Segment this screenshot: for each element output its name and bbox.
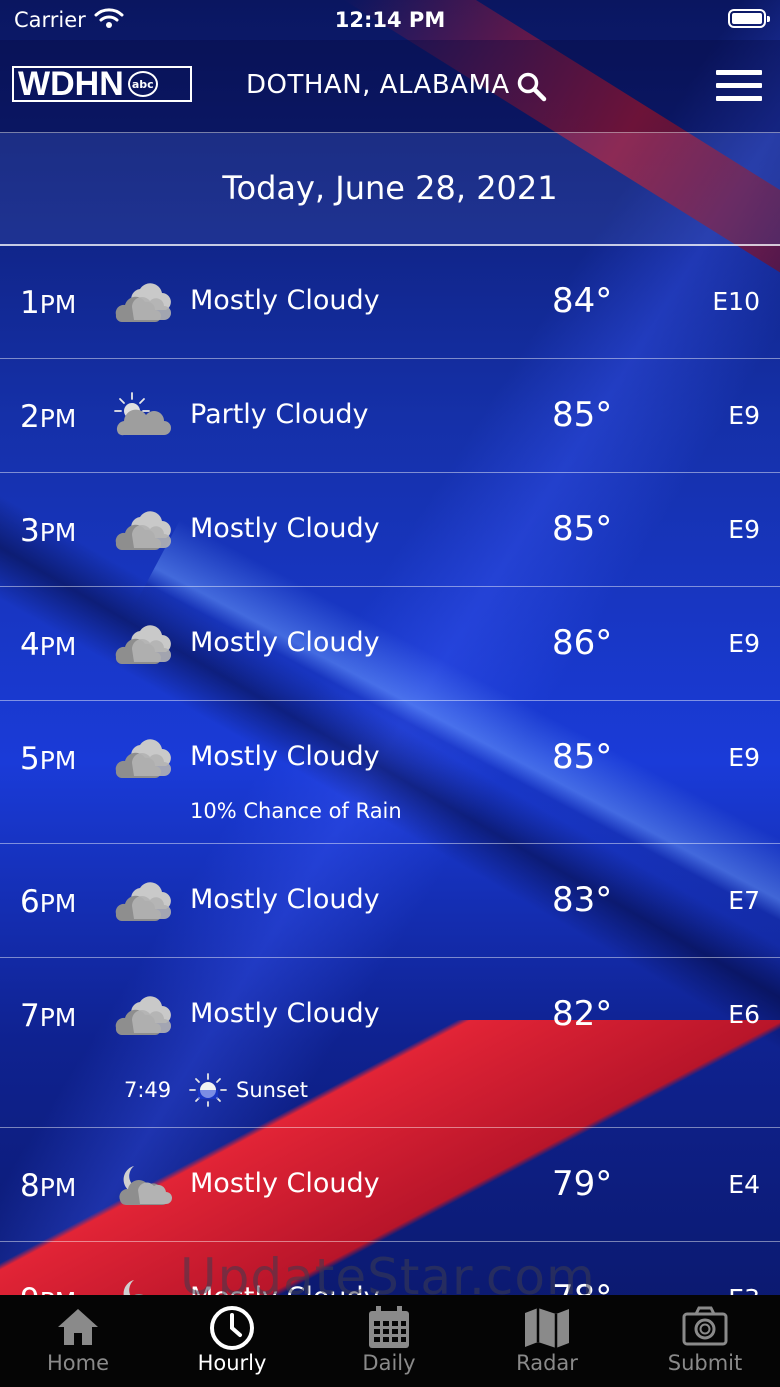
- tab-label: Radar: [516, 1351, 578, 1375]
- logo-text: WDHN: [18, 65, 124, 103]
- home-icon: [0, 1305, 156, 1351]
- tab-home[interactable]: Home: [0, 1295, 156, 1387]
- hour-row[interactable]: 2PM Partly Cloudy 85° E9: [0, 359, 780, 473]
- hour-label: 7PM: [20, 998, 77, 1034]
- temperature-label: 83°: [552, 880, 613, 920]
- temperature-label: 84°: [552, 281, 613, 321]
- tab-bar: Home Hourly Daily Radar Submit: [0, 1295, 780, 1387]
- tab-hourly[interactable]: Hourly: [154, 1295, 310, 1387]
- battery-icon: [728, 9, 770, 28]
- wind-label: E6: [728, 1000, 760, 1029]
- search-icon[interactable]: [516, 71, 548, 107]
- wind-label: E10: [712, 287, 760, 316]
- mostly-cloudy-icon: [112, 277, 172, 327]
- date-header: Today, June 28, 2021: [0, 133, 780, 246]
- hour-label: 4PM: [20, 627, 77, 663]
- condition-label: Partly Cloudy: [190, 399, 369, 430]
- partly-cloudy-icon: [112, 391, 172, 441]
- hour-row[interactable]: 1PM Mostly Cloudy 84° E10: [0, 245, 780, 359]
- wind-label: E4: [728, 1170, 760, 1199]
- calendar-icon: [311, 1305, 467, 1351]
- tab-submit[interactable]: Submit: [627, 1295, 780, 1387]
- sunset-time: 7:49: [124, 1078, 172, 1102]
- temperature-label: 85°: [552, 737, 613, 777]
- mostly-cloudy-icon: [112, 505, 172, 555]
- menu-icon[interactable]: [716, 70, 762, 102]
- mostly-cloudy-icon: [112, 876, 172, 926]
- hour-label: 1PM: [20, 285, 77, 321]
- sunset-label: Sunset: [236, 1078, 309, 1102]
- temperature-label: 82°: [552, 994, 613, 1034]
- temperature-label: 79°: [552, 1164, 613, 1204]
- condition-label: Mostly Cloudy: [190, 513, 380, 544]
- wind-label: E9: [728, 743, 760, 772]
- hour-row[interactable]: 3PM Mostly Cloudy 85° E9: [0, 473, 780, 587]
- condition-label: Mostly Cloudy: [190, 741, 380, 772]
- tab-label: Home: [46, 1351, 109, 1375]
- hour-label: 5PM: [20, 741, 77, 777]
- hour-row[interactable]: 8PM Mostly Cloudy 79° E4: [0, 1128, 780, 1242]
- date-label: Today, June 28, 2021: [222, 169, 558, 207]
- wind-label: E7: [728, 886, 760, 915]
- hour-row[interactable]: 7PM Mostly Cloudy 82° E6 7:49 Sunset: [0, 958, 780, 1128]
- network-badge: abc: [127, 71, 158, 97]
- hour-label: 2PM: [20, 399, 77, 435]
- condition-label: Mostly Cloudy: [190, 884, 380, 915]
- temperature-label: 85°: [552, 395, 613, 435]
- mostly-cloudy-night-icon: [112, 1160, 172, 1210]
- wind-label: E9: [728, 401, 760, 430]
- tab-daily[interactable]: Daily: [311, 1295, 467, 1387]
- hour-row[interactable]: 4PM Mostly Cloudy 86° E9: [0, 587, 780, 701]
- tab-radar[interactable]: Radar: [469, 1295, 625, 1387]
- wind-label: E9: [728, 515, 760, 544]
- wind-label: E9: [728, 629, 760, 658]
- hour-label: 3PM: [20, 513, 77, 549]
- camera-icon: [627, 1305, 780, 1351]
- condition-label: Mostly Cloudy: [190, 1168, 380, 1199]
- station-logo[interactable]: WDHN abc: [12, 66, 192, 102]
- tab-label: Daily: [362, 1351, 416, 1375]
- condition-label: Mostly Cloudy: [190, 285, 380, 316]
- mostly-cloudy-icon: [112, 733, 172, 783]
- tab-label: Hourly: [197, 1351, 267, 1375]
- sunset-icon: [188, 1072, 228, 1112]
- rain-chance-label: 10% Chance of Rain: [190, 799, 402, 823]
- map-icon: [469, 1305, 625, 1351]
- temperature-label: 86°: [552, 623, 613, 663]
- condition-label: Mostly Cloudy: [190, 998, 380, 1029]
- temperature-label: 85°: [552, 509, 613, 549]
- hour-label: 8PM: [20, 1168, 77, 1204]
- clock-time: 12:14 PM: [334, 8, 446, 32]
- hour-label: 6PM: [20, 884, 77, 920]
- tab-label: Submit: [667, 1351, 743, 1375]
- clock-icon: [154, 1305, 310, 1351]
- mostly-cloudy-icon: [112, 990, 172, 1040]
- condition-label: Mostly Cloudy: [190, 627, 380, 658]
- app-header: WDHN abc DOTHAN, ALABAMA: [0, 40, 780, 133]
- location-label[interactable]: DOTHAN, ALABAMA: [246, 70, 510, 100]
- hour-row[interactable]: 5PM Mostly Cloudy 85° E9 10% Chance of Rain: [0, 701, 780, 844]
- mostly-cloudy-icon: [112, 619, 172, 669]
- status-bar: Carrier 12:14 PM: [0, 0, 780, 40]
- hour-row[interactable]: 6PM Mostly Cloudy 83° E7: [0, 844, 780, 958]
